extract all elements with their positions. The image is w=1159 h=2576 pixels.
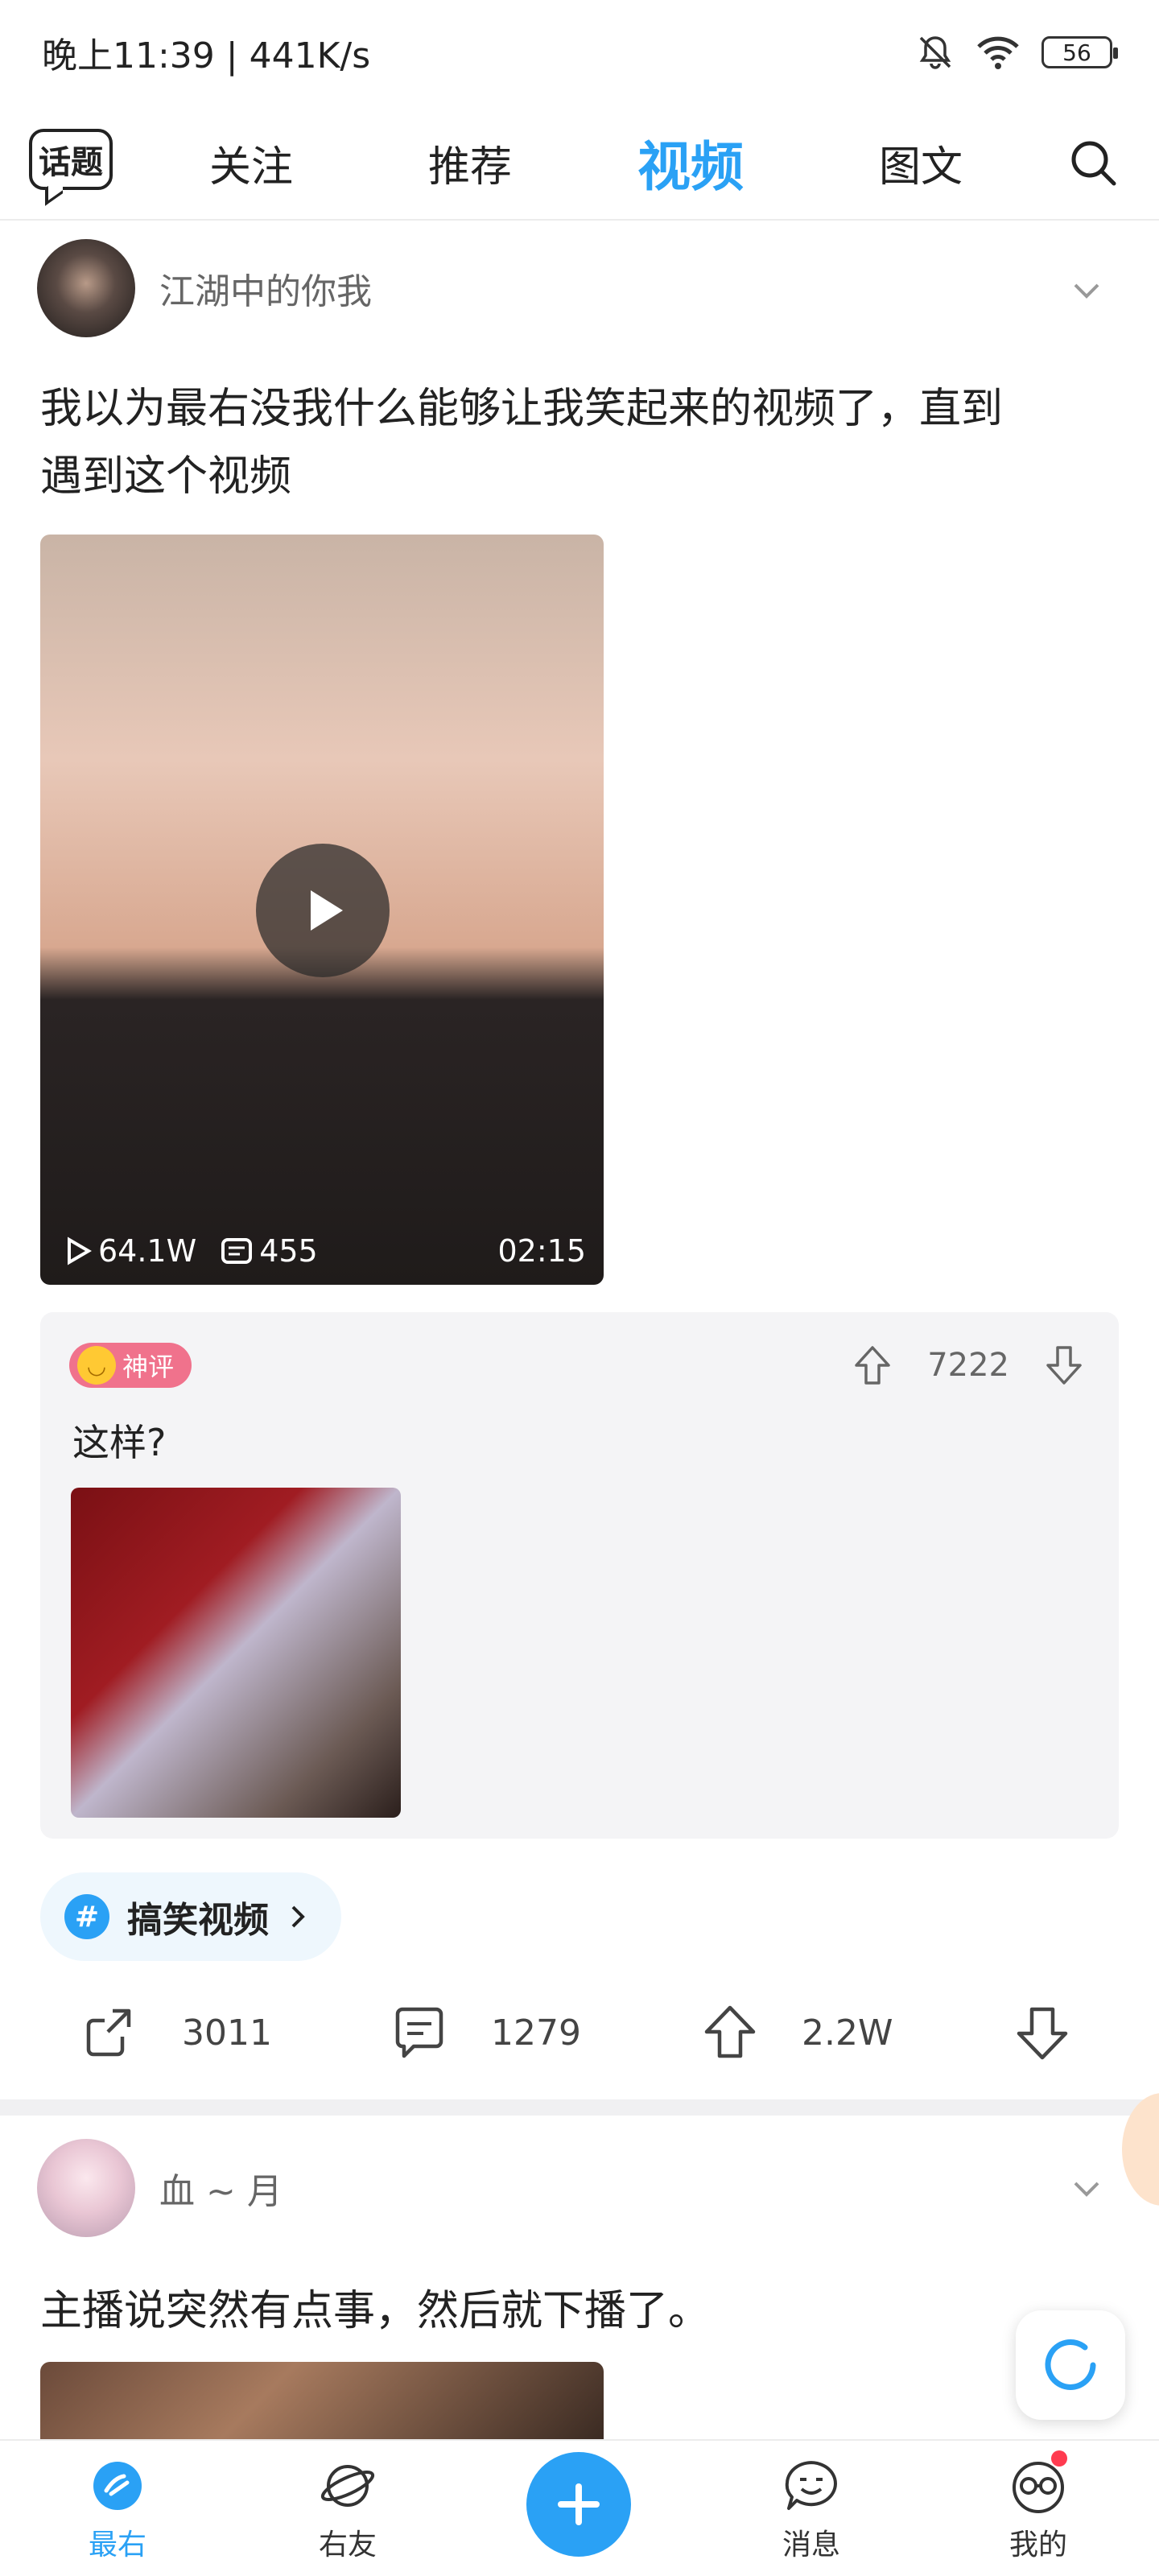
play-count-value: 64.1W (98, 1233, 197, 1269)
downvote-action[interactable] (1013, 1988, 1072, 2077)
upvote-action[interactable]: 2.2W (700, 1988, 893, 2077)
battery-icon: 56 (1041, 36, 1118, 68)
post-text[interactable]: 我以为最右没我什么能够让我笑起来的视频了，直到 遇到这个视频 (40, 375, 1119, 510)
post-text-line-1: 我以为最右没我什么能够让我笑起来的视频了，直到 (40, 385, 1004, 433)
bottom-nav: 最右 右友 消息 我的 (0, 2439, 1159, 2576)
god-comment-badge: ◡ 神评 (69, 1343, 192, 1388)
top-nav: 话题 关注 推荐 视频 图文 (0, 105, 1159, 221)
topic-button[interactable]: 话题 (29, 129, 113, 190)
avatar[interactable] (37, 239, 135, 337)
danmaku-count: 455 (221, 1233, 318, 1269)
share-count: 3011 (182, 2012, 272, 2054)
message-face-icon (785, 2461, 837, 2510)
refresh-icon (1045, 2339, 1096, 2390)
chevron-down-icon[interactable] (1070, 274, 1103, 306)
comment-image[interactable] (71, 1488, 401, 1818)
bottom-nav-mine[interactable]: 我的 (974, 2441, 1103, 2576)
comment-text: 这样? (72, 1421, 167, 1464)
comment-count: 1279 (491, 2012, 581, 2054)
plus-icon (558, 2483, 600, 2525)
hashtag-icon: # (64, 1894, 109, 1939)
chevron-down-icon-2[interactable] (1070, 2172, 1103, 2204)
avatar-2[interactable] (37, 2139, 135, 2237)
bottom-nav-friends[interactable]: 右友 (283, 2441, 412, 2576)
tab-video[interactable]: 视频 (637, 105, 744, 221)
top-comment-card[interactable]: ◡ 神评 7222 这样? (40, 1312, 1119, 1839)
tab-following[interactable]: 关注 (209, 105, 293, 221)
author-name[interactable]: 江湖中的你我 (159, 262, 372, 314)
topic-label: 话题 (39, 144, 103, 181)
post-author-row[interactable]: 江湖中的你我 (37, 238, 372, 338)
share-icon (86, 2008, 131, 2057)
danmaku-icon (221, 1238, 253, 1264)
badge-label: 神评 (122, 1352, 175, 1382)
post-text-line-2: 遇到这个视频 (40, 452, 292, 501)
bottom-nav-messages[interactable]: 消息 (747, 2441, 876, 2576)
tab-recommend[interactable]: 推荐 (428, 105, 512, 221)
status-time-speed: 晚上11:39 | 441K/s (42, 35, 371, 76)
status-icons: 56 (916, 33, 1118, 72)
home-zuiyou-icon (93, 2462, 142, 2510)
comment-action[interactable]: 1279 (390, 1988, 581, 2077)
post-text-2[interactable]: 主播说突然有点事，然后就下播了。 (40, 2277, 710, 2337)
bottom-nav-mine-label: 我的 (1008, 2529, 1067, 2562)
notification-dot (1051, 2450, 1067, 2467)
topic-tag-chip[interactable]: # 搞笑视频 (40, 1872, 341, 1961)
author-name-2[interactable]: 血 ~ 月 (159, 2162, 283, 2214)
publish-add-button[interactable] (526, 2452, 631, 2557)
video-duration: 02:15 (497, 1233, 586, 1269)
comment-icon (395, 2007, 443, 2058)
upvote-icon (704, 2005, 756, 2058)
post-action-row: 3011 1279 2.2W (0, 1988, 1159, 2077)
bottom-nav-messages-label: 消息 (782, 2529, 840, 2562)
video-stats: 64.1W 455 02:15 (63, 1228, 586, 1274)
play-count-icon (68, 1236, 92, 1265)
tag-label: 搞笑视频 (127, 1900, 269, 1941)
video-thumbnail-2[interactable] (40, 2362, 604, 2442)
comment-vote-row: 7222 (850, 1340, 1087, 1391)
smile-face-icon: ◡ (77, 1346, 116, 1385)
tab-image-text[interactable]: 图文 (879, 105, 963, 221)
upvote-count: 2.2W (802, 2012, 893, 2054)
bottom-nav-home-label: 最右 (88, 2529, 146, 2562)
post-author-row-2[interactable]: 血 ~ 月 (37, 2138, 283, 2238)
battery-level: 56 (1062, 39, 1091, 66)
comment-upvote-icon[interactable] (850, 1343, 895, 1388)
comment-upvote-count: 7222 (927, 1347, 1009, 1384)
wifi-icon (977, 36, 1019, 69)
mute-bell-icon (919, 36, 951, 69)
search-icon[interactable] (1067, 137, 1119, 188)
danmaku-count-value: 455 (259, 1233, 318, 1269)
downvote-icon (1017, 2007, 1068, 2060)
play-count: 64.1W (63, 1233, 196, 1269)
chevron-right-icon (291, 1905, 305, 1928)
bottom-nav-friends-label: 右友 (318, 2529, 377, 2562)
refresh-button[interactable] (1016, 2310, 1125, 2420)
share-action[interactable]: 3011 (80, 1988, 272, 2077)
planet-icon (320, 2465, 375, 2507)
post-divider (0, 2099, 1159, 2116)
status-bar: 晚上11:39 | 441K/s 56 (0, 0, 1159, 105)
play-button[interactable] (256, 844, 390, 977)
play-icon (311, 890, 343, 931)
bottom-nav-home[interactable]: 最右 (53, 2441, 182, 2576)
comment-downvote-icon[interactable] (1041, 1343, 1087, 1388)
video-thumbnail[interactable]: 64.1W 455 02:15 (40, 535, 604, 1285)
